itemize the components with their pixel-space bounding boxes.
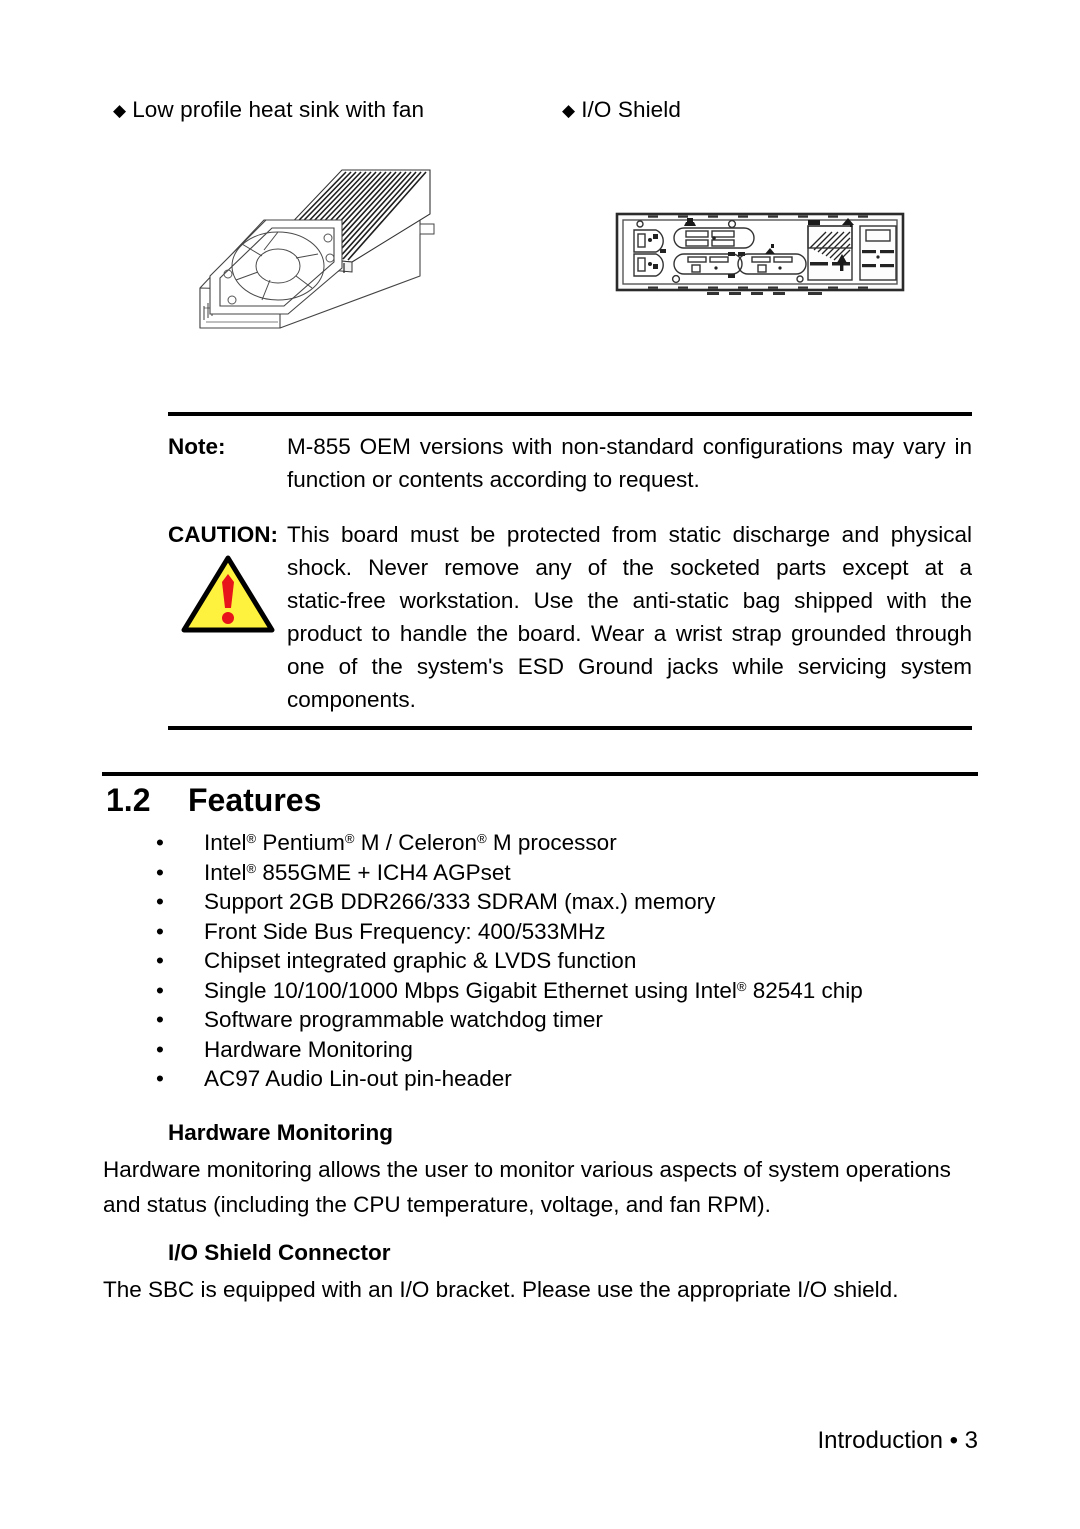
note-caution-callout: Note: M-855 OEM versions with non-standa… — [168, 412, 972, 730]
caution-line-2: shock. Never remove any of the socketed … — [287, 555, 972, 580]
figure-captions-row: ◆ Low profile heat sink with fan ◆ I/O Shi… — [0, 95, 1080, 129]
note-label: Note: — [168, 434, 226, 459]
section-title: Features — [188, 782, 322, 818]
callout-bottom-rule — [168, 726, 972, 730]
feature-item-label: Hardware Monitoring — [204, 1036, 413, 1062]
page-footer: Introduction • 3 — [817, 1427, 979, 1454]
registered-mark-icon: ® — [344, 831, 355, 846]
note-line-1: M-855 OEM versions with non-standard con… — [287, 434, 946, 459]
feature-item-label: Intel® Pentium® M / Celeron® M processor — [204, 830, 617, 855]
diamond-bullet-icon: ◆ — [113, 100, 127, 120]
note-text: M-855 OEM versions with non-standard con… — [287, 430, 972, 496]
registered-mark-icon: ® — [246, 831, 257, 846]
caution-line-1: This board must be protected from static… — [287, 522, 972, 547]
hardware-monitoring-line-1: Hardware monitoring allows the user to m… — [103, 1157, 951, 1182]
feature-item-label: Single 10/100/1000 Mbps Gigabit Ethernet… — [204, 977, 863, 1003]
warning-triangle-icon — [181, 555, 275, 633]
registered-mark-icon: ® — [736, 978, 747, 994]
feature-item: • Intel® 855GME + ICH4 AGPset — [156, 858, 1036, 888]
caution-label: CAUTION: — [168, 522, 278, 547]
caution-line-3: static-free workstation. Use the anti-st… — [287, 588, 972, 613]
feature-item-label: Support 2GB DDR266/333 SDRAM (max.) memo… — [204, 889, 716, 914]
body-hardware-monitoring: Hardware monitoring allows the user to m… — [103, 1152, 975, 1222]
feature-item-label: Intel® 855GME + ICH4 AGPset — [204, 859, 511, 885]
feature-item: • Intel® Pentium® M / Celeron® M processo… — [156, 828, 1036, 858]
section-divider-rule — [102, 772, 978, 776]
feature-item: • Software programmable watchdog timer — [156, 1005, 1036, 1035]
feature-item-label: Front Side Bus Frequency: 400/533MHz — [204, 918, 606, 944]
registered-mark-icon: ® — [477, 831, 487, 846]
body-io-shield-connector: The SBC is equipped with an I/O bracket.… — [103, 1272, 975, 1307]
bullet-icon: • — [156, 859, 164, 885]
figure-area — [0, 150, 1080, 390]
section-number: 1.2 — [106, 782, 151, 818]
caption-heat-sink: ◆ Low profile heat sink with fan — [113, 95, 424, 126]
io-shield-connector-line-1: The SBC is equipped with an I/O bracket.… — [103, 1277, 899, 1302]
section-heading: 1.2 Features — [106, 780, 321, 820]
bullet-icon: • — [156, 918, 164, 944]
caution-line-5: one of the system's ESD Ground jacks whi… — [287, 654, 972, 679]
subheading-hardware-monitoring: Hardware Monitoring — [168, 1120, 394, 1145]
bullet-icon: • — [156, 977, 164, 1003]
feature-item: • Single 10/100/1000 Mbps Gigabit Etherne… — [156, 976, 1036, 1006]
bullet-icon: • — [156, 1036, 164, 1062]
feature-item: • Chipset integrated graphic & LVDS funct… — [156, 946, 1036, 976]
feature-item: • AC97 Audio Lin-out pin-header — [156, 1064, 1036, 1094]
bullet-icon: • — [156, 830, 164, 855]
feature-item: • Support 2GB DDR266/333 SDRAM (max.) mem… — [156, 887, 1036, 917]
caution-line-6: components. — [287, 687, 416, 712]
caption-io-shield: ◆ I/O Shield — [562, 95, 681, 126]
caption-heat-sink-label: Low profile heat sink with fan — [132, 97, 425, 122]
bullet-icon: • — [156, 1066, 164, 1091]
feature-item: • Front Side Bus Frequency: 400/533MHz — [156, 917, 1036, 947]
heat-sink-with-fan-icon — [199, 169, 435, 329]
note-block: Note: M-855 OEM versions with non-standa… — [168, 430, 972, 496]
subheading-io-shield-connector: I/O Shield Connector — [168, 1240, 391, 1265]
bullet-icon: • — [156, 889, 164, 914]
hardware-monitoring-line-2: and status (including the CPU temperatur… — [103, 1192, 771, 1217]
io-shield-bracket-icon — [615, 212, 905, 295]
caution-text: This board must be protected from static… — [287, 518, 972, 716]
bullet-icon: • — [156, 1007, 164, 1032]
feature-item-label: Software programmable watchdog timer — [204, 1007, 603, 1032]
feature-item-label: AC97 Audio Lin-out pin-header — [204, 1066, 512, 1091]
feature-item-label: Chipset integrated graphic & LVDS functi… — [204, 948, 637, 973]
caution-block: CAUTION: This board must be protected fr… — [168, 518, 972, 716]
caution-line-4: product to handle the board. Wear a wris… — [287, 621, 972, 646]
diamond-bullet-icon: ◆ — [562, 100, 576, 120]
registered-mark-icon: ® — [246, 860, 257, 876]
document-page: ◆ Low profile heat sink with fan ◆ I/O Shi… — [0, 0, 1080, 1529]
feature-item: • Hardware Monitoring — [156, 1035, 1036, 1065]
bullet-icon: • — [156, 948, 164, 973]
caption-io-shield-label: I/O Shield — [581, 97, 681, 122]
features-list: • Intel® Pentium® M / Celeron® M processo… — [156, 828, 1036, 1094]
